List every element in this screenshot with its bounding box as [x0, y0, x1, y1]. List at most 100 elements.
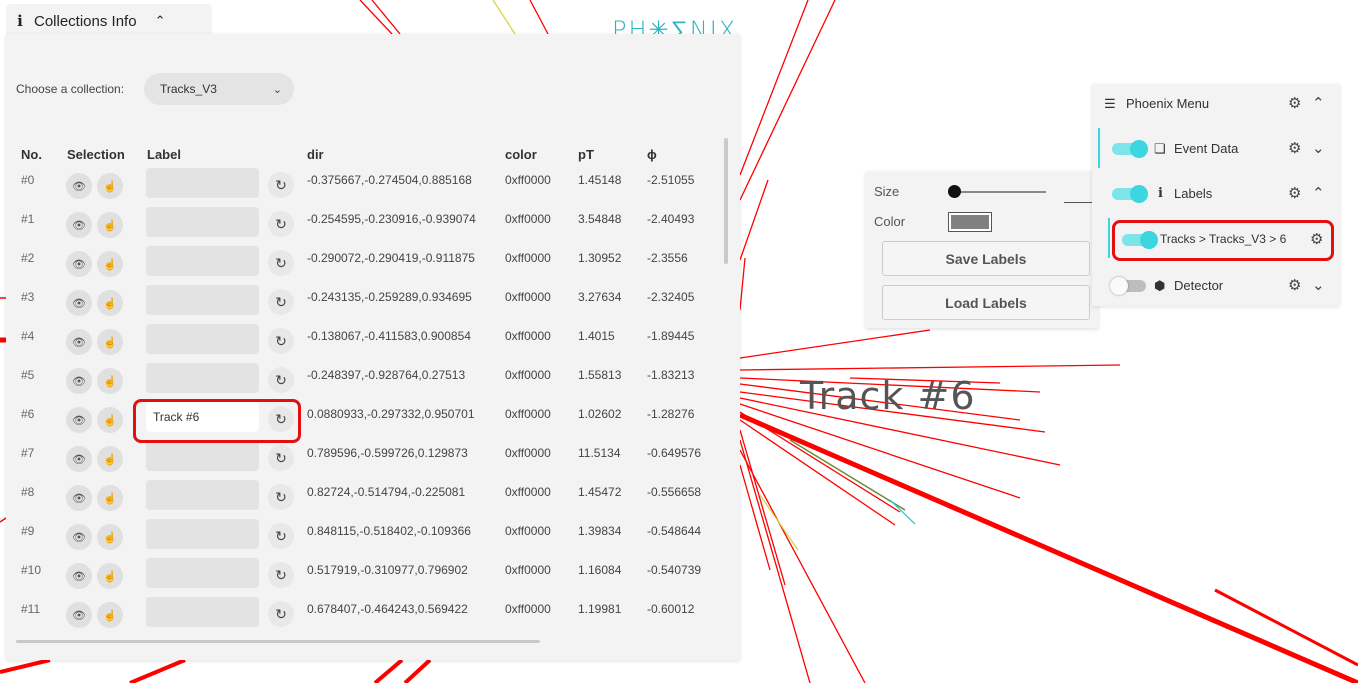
select-pointer-button[interactable]: ☝ — [97, 290, 123, 316]
gear-icon[interactable]: ⚙ — [1288, 139, 1301, 157]
view-eye-button[interactable]: 👁 — [66, 368, 92, 394]
chevron-down-icon[interactable]: ⌄ — [1312, 139, 1325, 157]
vertical-scrollbar[interactable] — [724, 138, 728, 264]
reset-label-icon[interactable]: ↻ — [268, 367, 294, 393]
label-input[interactable] — [146, 168, 259, 198]
label-input[interactable] — [146, 480, 259, 510]
reset-label-icon[interactable]: ↻ — [268, 445, 294, 471]
label-input[interactable] — [146, 285, 259, 315]
color-value: 0xff0000 — [505, 407, 551, 421]
header-selection: Selection — [67, 147, 125, 162]
select-pointer-button[interactable]: ☝ — [97, 329, 123, 355]
size-slider-track[interactable] — [950, 191, 1046, 193]
reset-label-icon[interactable]: ↻ — [268, 289, 294, 315]
collections-info-title: Collections Info — [34, 12, 137, 30]
header-color: color — [505, 147, 537, 162]
view-eye-button[interactable]: 👁 — [66, 602, 92, 628]
select-pointer-button[interactable]: ☝ — [97, 563, 123, 589]
select-pointer-button[interactable]: ☝ — [97, 485, 123, 511]
menu-item-event-data[interactable]: ❏ Event Data ⚙ ⌄ — [1092, 129, 1340, 169]
select-pointer-button[interactable]: ☝ — [97, 407, 123, 433]
chevron-up-icon[interactable]: ⌃ — [1312, 94, 1325, 112]
label-input[interactable] — [146, 207, 259, 237]
view-eye-button[interactable]: 👁 — [66, 407, 92, 433]
select-pointer-button[interactable]: ☝ — [97, 368, 123, 394]
reset-label-icon[interactable]: ↻ — [268, 250, 294, 276]
collection-select[interactable]: Tracks_V3 ⌄ — [144, 73, 294, 105]
select-pointer-button[interactable]: ☝ — [97, 524, 123, 550]
collections-info-panel: Choose a collection: Tracks_V3 ⌄ No. Sel… — [6, 34, 740, 660]
phi-value: -1.89445 — [647, 329, 695, 343]
dir-value: -0.248397,-0.928764,0.27513 — [307, 368, 466, 382]
table-row: #10 👁 ☝ ↻ 0.517919,-0.310977,0.796902 0xff000… — [6, 556, 740, 595]
chevron-down-icon[interactable]: ⌄ — [1312, 276, 1325, 294]
label-input[interactable] — [146, 597, 259, 627]
select-pointer-button[interactable]: ☝ — [97, 602, 123, 628]
pt-value: 1.45472 — [578, 485, 622, 499]
detector-toggle[interactable] — [1110, 277, 1146, 295]
phoenix-menu-header[interactable]: ☰ Phoenix Menu ⚙ ⌃ — [1092, 84, 1340, 124]
header-no: No. — [21, 147, 42, 162]
label-input[interactable] — [146, 558, 259, 588]
view-eye-button[interactable]: 👁 — [66, 446, 92, 472]
view-eye-button[interactable]: 👁 — [66, 524, 92, 550]
reset-label-icon[interactable]: ↻ — [268, 484, 294, 510]
gear-icon[interactable]: ⚙ — [1288, 276, 1301, 294]
reset-label-icon[interactable]: ↻ — [268, 328, 294, 354]
labels-toggle[interactable] — [1112, 185, 1148, 203]
menu-item-detector[interactable]: ⬢ Detector ⚙ ⌄ — [1092, 266, 1340, 306]
reset-label-icon[interactable]: ↻ — [268, 601, 294, 627]
load-labels-button[interactable]: Load Labels — [882, 285, 1090, 320]
view-eye-button[interactable]: 👁 — [66, 173, 92, 199]
header-phi: ϕ — [647, 147, 657, 162]
chevron-up-icon[interactable]: ⌃ — [155, 13, 166, 29]
select-pointer-button[interactable]: ☝ — [97, 173, 123, 199]
label-input[interactable] — [146, 363, 259, 393]
toggle-knob — [1110, 277, 1128, 295]
size-slider-knob[interactable] — [948, 185, 961, 198]
label-input[interactable] — [146, 324, 259, 354]
gear-icon[interactable]: ⚙ — [1288, 94, 1301, 112]
color-value: 0xff0000 — [505, 446, 551, 460]
view-eye-button[interactable]: 👁 — [66, 251, 92, 277]
save-labels-button[interactable]: Save Labels — [882, 241, 1090, 276]
track-line — [129, 658, 186, 683]
view-eye-button[interactable]: 👁 — [66, 329, 92, 355]
view-eye-button[interactable]: 👁 — [66, 212, 92, 238]
pt-value: 1.16084 — [578, 563, 622, 577]
row-number: #4 — [21, 329, 35, 343]
dir-value: -0.254595,-0.230916,-0.939074 — [307, 212, 476, 226]
select-pointer-button[interactable]: ☝ — [97, 251, 123, 277]
select-pointer-button[interactable]: ☝ — [97, 212, 123, 238]
chevron-up-icon[interactable]: ⌃ — [1312, 184, 1325, 202]
color-value: 0xff0000 — [505, 368, 551, 382]
phi-value: -0.649576 — [647, 446, 702, 460]
gear-icon[interactable]: ⚙ — [1288, 184, 1301, 202]
label-color-picker[interactable] — [948, 212, 992, 232]
track-line — [739, 0, 809, 176]
reset-label-icon[interactable]: ↻ — [268, 211, 294, 237]
collections-info-header[interactable]: i Collections Info ⌃ — [6, 4, 212, 38]
phi-value: -2.32405 — [647, 290, 695, 304]
horizontal-scrollbar[interactable] — [16, 640, 540, 643]
view-eye-button[interactable]: 👁 — [66, 290, 92, 316]
reset-label-icon[interactable]: ↻ — [268, 562, 294, 588]
info-icon: i — [1158, 186, 1163, 201]
label-input[interactable] — [146, 519, 259, 549]
view-eye-button[interactable]: 👁 — [66, 485, 92, 511]
chevron-down-icon: ⌄ — [272, 83, 282, 96]
event-data-toggle[interactable] — [1112, 140, 1148, 158]
size-value-field[interactable] — [1064, 202, 1092, 203]
size-label: Size — [874, 184, 900, 199]
track-line — [739, 403, 1021, 499]
track-line — [0, 658, 51, 674]
reset-label-icon[interactable]: ↻ — [268, 172, 294, 198]
dir-value: 0.0880933,-0.297332,0.950701 — [307, 407, 475, 421]
menu-item-labels[interactable]: i Labels ⚙ ⌃ — [1092, 174, 1340, 214]
view-eye-button[interactable]: 👁 — [66, 563, 92, 589]
header-label: Label — [147, 147, 181, 162]
label-input[interactable] — [146, 246, 259, 276]
reset-label-icon[interactable]: ↻ — [268, 523, 294, 549]
label-input[interactable] — [146, 441, 259, 471]
select-pointer-button[interactable]: ☝ — [97, 446, 123, 472]
